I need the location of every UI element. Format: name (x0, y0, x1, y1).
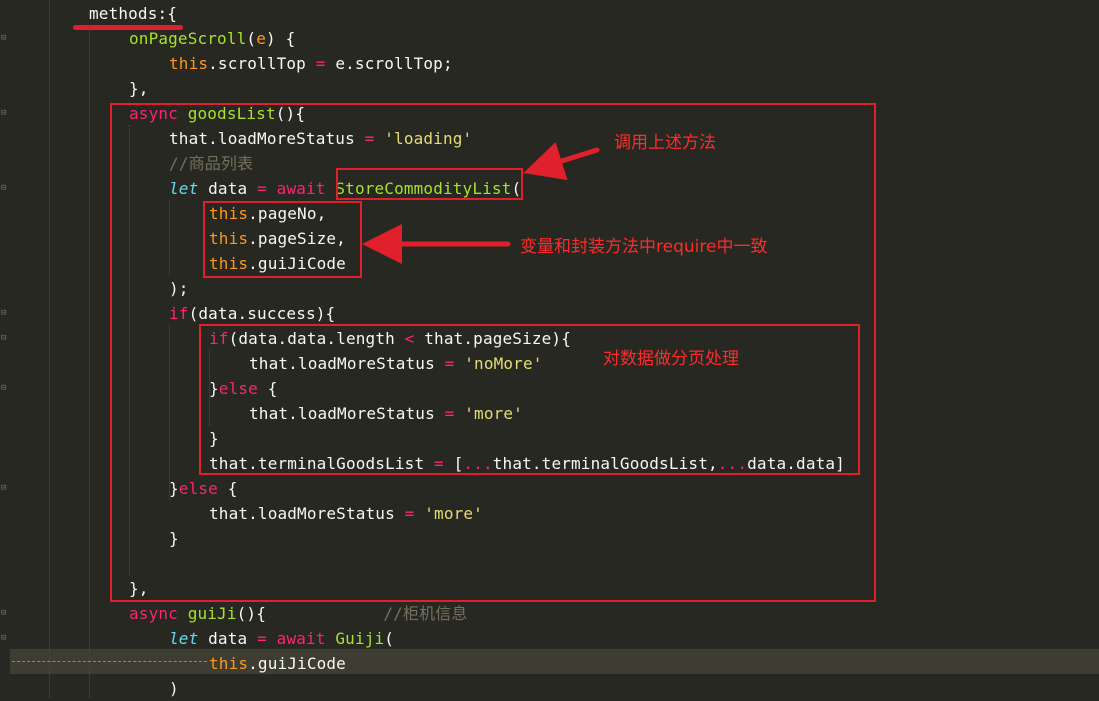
annotation-call-method: 调用上述方法 (614, 133, 716, 153)
fold-toggle-icon[interactable]: ⊟ (1, 109, 10, 118)
fold-toggle-icon[interactable]: ⊟ (1, 184, 10, 193)
indent-guide (89, 25, 90, 697)
indent-guide (169, 200, 170, 275)
annotation-vars-consistent: 变量和封装方法中require中一致 (520, 237, 768, 257)
fold-toggle-icon[interactable]: ⊟ (1, 309, 10, 318)
fold-toggle-icon[interactable]: ⊟ (1, 384, 10, 393)
fold-toggle-icon[interactable]: ⊟ (1, 609, 10, 618)
indent-guide (49, 0, 50, 697)
fold-toggle-icon[interactable]: ⊟ (1, 484, 10, 493)
indent-guide (169, 325, 170, 500)
indent-guide (129, 125, 130, 575)
fold-toggle-icon[interactable]: ⊟ (1, 634, 10, 643)
annotation-arrows (362, 141, 600, 264)
indent-guide (209, 350, 210, 425)
arrow-to-storecommoditylist (523, 141, 600, 181)
annotation-paging: 对数据做分页处理 (603, 349, 739, 369)
fold-toggle-icon[interactable]: ⊟ (1, 34, 10, 43)
fold-toggle-icon[interactable]: ⊟ (1, 334, 10, 343)
